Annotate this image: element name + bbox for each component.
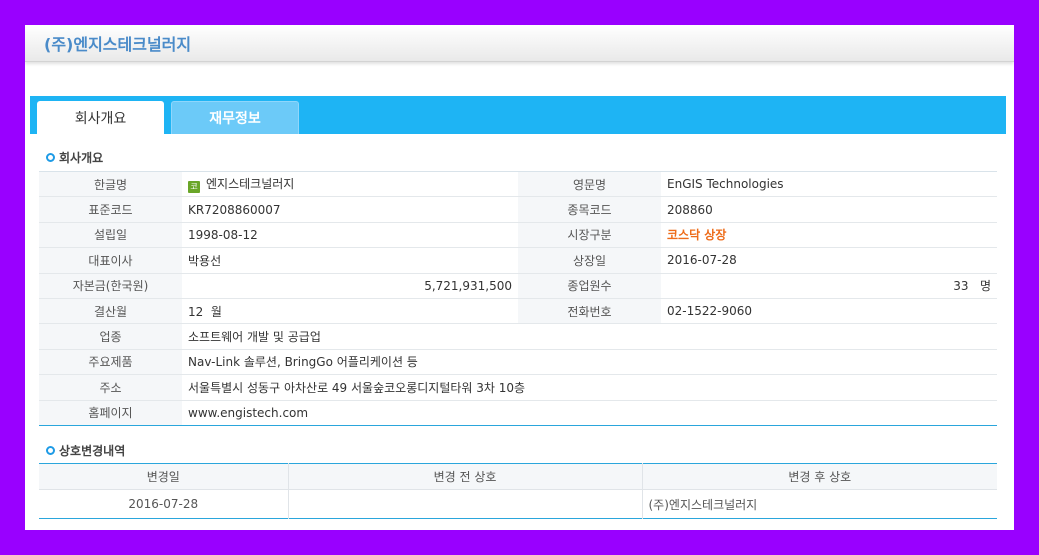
- label-ceo: 대표이사: [39, 247, 182, 274]
- label-main-products: 주요제품: [39, 349, 182, 376]
- header-name-before: 변경 전 상호: [288, 463, 643, 490]
- section-title-history: 상호변경내역: [46, 442, 125, 459]
- value-ceo: 박용선: [182, 247, 518, 274]
- table-row: 업종 소프트웨어 개발 및 공급업: [39, 323, 997, 350]
- label-address: 주소: [39, 374, 182, 401]
- kosdaq-icon: 코: [188, 181, 200, 194]
- value-capital: 5,721,931,500: [182, 273, 518, 299]
- value-main-products: Nav-Link 솔루션, BringGo 어플리케이션 등: [182, 349, 997, 376]
- value-fiscal-month: 12: [188, 304, 204, 319]
- value-standard-code: KR7208860007: [182, 196, 518, 223]
- label-fiscal-month: 결산월: [39, 298, 182, 325]
- tab-bar: 회사개요 재무정보: [30, 96, 1006, 134]
- label-market-type: 시장구분: [518, 222, 661, 249]
- label-stock-code: 종목코드: [518, 196, 661, 223]
- value-stock-code: 208860: [661, 196, 997, 223]
- table-row: 결산월 12 월 전화번호 02-1522-9060: [39, 298, 997, 325]
- company-panel: (주)엔지스테크널러지 회사개요 재무정보 회사개요 한글명 코 엔지스테크널러지…: [25, 25, 1014, 530]
- table-row: 주소 서울특별시 성동구 아차산로 49 서울숲코오롱디지털타워 3차 10층: [39, 374, 997, 401]
- cell-name-after: (주)엔지스테크널러지: [648, 497, 758, 512]
- unit-employees: 명: [979, 279, 991, 294]
- tab-financial-info[interactable]: 재무정보: [171, 101, 299, 134]
- value-english-name: EnGIS Technologies: [661, 171, 997, 198]
- value-employees-cell: 33 명: [661, 273, 997, 299]
- label-capital: 자본금(한국원): [39, 273, 182, 299]
- table-row: 홈페이지 www.engistech.com: [39, 400, 997, 426]
- company-info-table: 한글명 코 엔지스테크널러지 영문명 EnGIS Technologies 표준코…: [39, 171, 997, 426]
- value-phone: 02-1522-9060: [661, 298, 997, 325]
- title-bar: (주)엔지스테크널러지: [25, 25, 1014, 62]
- header-change-date: 변경일: [39, 463, 289, 490]
- value-market-type: 코스닥 상장: [661, 222, 997, 249]
- bullet-ring-icon: [46, 446, 55, 455]
- unit-fiscal-month: 월: [210, 304, 222, 319]
- section-title-overview-label: 회사개요: [59, 151, 104, 165]
- section-title-history-label: 상호변경내역: [59, 444, 126, 458]
- table-row: 한글명 코 엔지스테크널러지 영문명 EnGIS Technologies: [39, 171, 997, 198]
- table-row: 대표이사 박용선 상장일 2016-07-28: [39, 247, 997, 274]
- label-korean-name: 한글명: [39, 171, 182, 198]
- table-row: 설립일 1998-08-12 시장구분 코스닥 상장: [39, 222, 997, 249]
- page-title: (주)엔지스테크널러지: [44, 35, 192, 54]
- tab-company-overview[interactable]: 회사개요: [37, 101, 164, 134]
- label-founded-date: 설립일: [39, 222, 182, 249]
- table-row: 표준코드 KR7208860007 종목코드 208860: [39, 196, 997, 223]
- section-title-overview: 회사개요: [46, 149, 103, 166]
- value-founded-date: 1998-08-12: [182, 222, 518, 249]
- label-industry: 업종: [39, 323, 182, 350]
- label-homepage: 홈페이지: [39, 400, 182, 426]
- value-employees: 33: [953, 279, 969, 294]
- table-header-row: 변경일 변경 전 상호 변경 후 상호: [39, 463, 997, 490]
- name-change-history-table: 변경일 변경 전 상호 변경 후 상호 2016-07-28 (주)엔지스테크널…: [39, 463, 997, 519]
- cell-name-before: [288, 489, 643, 519]
- value-fiscal-month-cell: 12 월: [182, 298, 518, 325]
- header-name-after: 변경 후 상호: [642, 463, 997, 490]
- cell-change-date: 2016-07-28: [39, 489, 289, 519]
- table-row: 주요제품 Nav-Link 솔루션, BringGo 어플리케이션 등: [39, 349, 997, 376]
- label-employees: 종업원수: [518, 273, 661, 299]
- value-address: 서울특별시 성동구 아차산로 49 서울숲코오롱디지털타워 3차 10층: [182, 374, 997, 401]
- value-homepage-link[interactable]: www.engistech.com: [182, 400, 997, 425]
- label-phone: 전화번호: [518, 298, 661, 325]
- value-industry: 소프트웨어 개발 및 공급업: [182, 323, 997, 350]
- bullet-ring-icon: [46, 153, 55, 162]
- table-row: 2016-07-28 (주)엔지스테크널러지: [39, 489, 997, 519]
- label-standard-code: 표준코드: [39, 196, 182, 223]
- value-korean-name: 엔지스테크널러지: [206, 177, 295, 192]
- value-korean-name-cell: 코 엔지스테크널러지: [182, 171, 518, 198]
- label-listing-date: 상장일: [518, 247, 661, 274]
- value-listing-date: 2016-07-28: [661, 247, 997, 274]
- table-row: 자본금(한국원) 5,721,931,500 종업원수 33 명: [39, 273, 997, 299]
- label-english-name: 영문명: [518, 171, 661, 198]
